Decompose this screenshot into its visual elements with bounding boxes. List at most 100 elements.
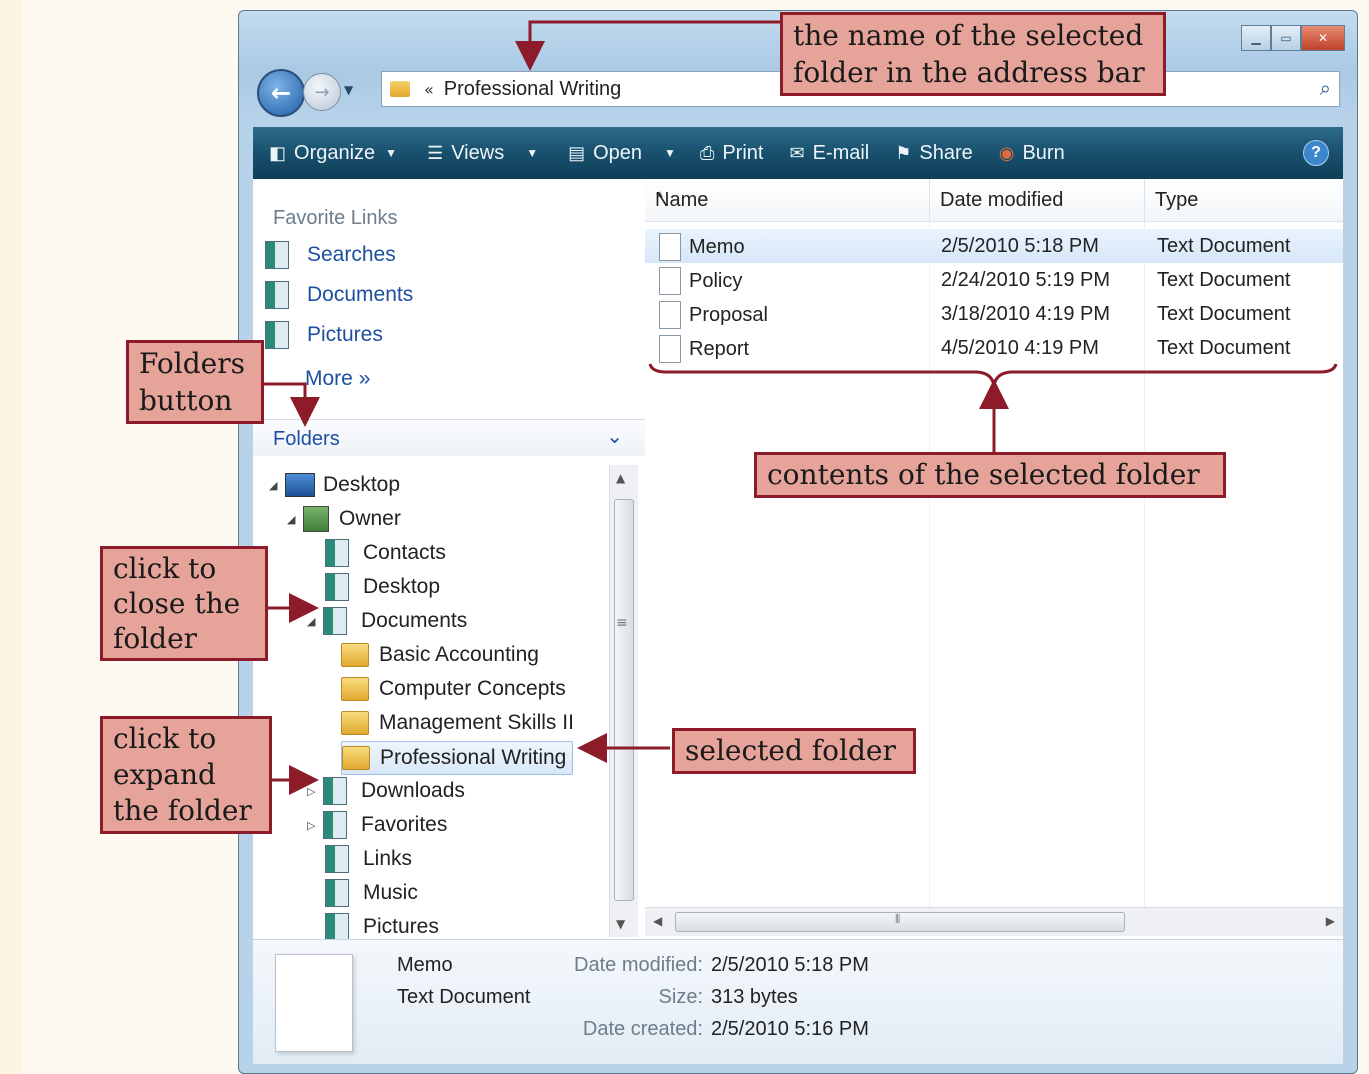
tree-item-basic-accounting[interactable]: Basic Accounting (341, 639, 539, 671)
left-margin-stripe (0, 0, 22, 1074)
explorer-window: ▁ ▭ ✕ ← → ▼ « Professional Writing ⌕ ◧ Or… (238, 10, 1358, 1074)
maximize-button[interactable]: ▭ (1271, 25, 1301, 51)
organize-button[interactable]: ◧ Organize ▼ (269, 142, 397, 165)
back-button[interactable]: ← (257, 69, 305, 117)
file-row-policy[interactable]: Policy 2/24/2010 5:19 PM Text Document (645, 263, 1343, 297)
folder-icon (341, 711, 369, 735)
tree-item-management-skills[interactable]: Management Skills II (341, 707, 574, 739)
column-header-date[interactable]: Date modified (930, 179, 1145, 222)
favorite-link-documents[interactable]: Documents (265, 281, 413, 309)
more-links-button[interactable]: More » (305, 367, 370, 391)
command-toolbar: ◧ Organize ▼ ☰ Views ▼ ▤ Open ▼ ⎙ Print ✉ E-mail… (253, 127, 1343, 179)
open-button[interactable]: ▤ Open ▼ (568, 142, 676, 165)
collapse-triangle-icon[interactable]: ◢ (307, 615, 323, 628)
scroll-thumb[interactable] (614, 499, 634, 901)
favorite-link-label: Documents (307, 283, 414, 306)
recent-pages-dropdown-icon[interactable]: ▼ (344, 83, 353, 97)
callout-address-bar: the name of the selected folder in the a… (780, 12, 1166, 96)
details-pane: Memo Text Document Date modified: 2/5/20… (253, 939, 1343, 1064)
tree-item-documents[interactable]: ◢ Documents (307, 605, 467, 637)
close-button[interactable]: ✕ (1301, 25, 1345, 51)
favorite-link-searches[interactable]: Searches (265, 241, 396, 269)
tree-item-label: Links (363, 847, 413, 870)
minimize-button[interactable]: ▁ (1241, 25, 1271, 51)
column-header-type[interactable]: Type (1145, 179, 1343, 222)
share-button[interactable]: ⚑ Share (895, 142, 973, 165)
file-type: Text Document (1157, 269, 1291, 291)
tree-item-desktop[interactable]: ◢ Desktop (269, 469, 400, 501)
tree-item-contacts[interactable]: Contacts (325, 537, 446, 569)
favorite-link-pictures[interactable]: Pictures (265, 321, 383, 349)
folder-icon (342, 746, 370, 770)
views-button[interactable]: ☰ Views ▼ (427, 142, 538, 165)
scroll-down-icon[interactable]: ▼ (616, 917, 625, 931)
file-date: 2/24/2010 5:19 PM (941, 269, 1111, 291)
contacts-icon (325, 539, 349, 567)
favorites-icon (323, 811, 347, 839)
downloads-icon (323, 777, 347, 805)
tree-item-professional-writing[interactable]: Professional Writing (341, 741, 574, 775)
forward-button[interactable]: → (303, 73, 341, 111)
callout-click-to-close: click to close the folder (100, 546, 268, 661)
tree-item-label: Documents (361, 609, 468, 632)
burn-button[interactable]: ◉ Burn (999, 142, 1065, 165)
search-icon[interactable]: ⌕ (1320, 76, 1331, 100)
more-label: More (305, 367, 353, 390)
horizontal-scrollbar[interactable]: ◀ ⦀ ▶ (645, 907, 1343, 936)
file-name: Memo (689, 235, 745, 258)
tree-item-label: Computer Concepts (379, 677, 566, 700)
details-created-value: 2/5/2010 5:16 PM (711, 1018, 869, 1040)
favorite-link-label: Searches (307, 243, 396, 266)
collapse-triangle-icon[interactable]: ◢ (269, 479, 285, 492)
tree-item-downloads[interactable]: ▷ Downloads (307, 775, 465, 807)
tree-item-label: Desktop (363, 575, 441, 598)
print-label: Print (722, 141, 764, 164)
column-header-name[interactable]: ▲ Name (645, 179, 930, 222)
scroll-up-icon[interactable]: ▲ (616, 471, 625, 485)
folders-button[interactable]: Folders ⌄ (253, 419, 645, 456)
tree-item-label: Downloads (361, 779, 465, 802)
file-date: 3/18/2010 4:19 PM (941, 303, 1111, 325)
tree-item-owner[interactable]: ◢ Owner (287, 503, 401, 535)
tree-item-music[interactable]: Music (325, 877, 418, 909)
details-file-type: Text Document (397, 986, 531, 1008)
tree-item-computer-concepts[interactable]: Computer Concepts (341, 673, 566, 705)
file-date: 2/5/2010 5:18 PM (941, 235, 1099, 257)
expand-triangle-icon[interactable]: ▷ (307, 819, 323, 832)
callout-contents: contents of the selected folder (754, 452, 1226, 498)
file-row-memo[interactable]: Memo 2/5/2010 5:18 PM Text Document (645, 229, 1343, 263)
callout-selected-folder: selected folder (672, 728, 916, 774)
folders-scrollbar[interactable]: ▲ ≡ ▼ (609, 465, 638, 937)
file-name: Proposal (689, 303, 768, 326)
collapse-triangle-icon[interactable]: ◢ (287, 513, 303, 526)
tree-item-favorites[interactable]: ▷ Favorites (307, 809, 447, 841)
printer-icon: ⎙ (699, 142, 715, 163)
column-header-label: Date modified (940, 189, 1064, 211)
callout-click-to-expand: click to expand the folder (100, 716, 272, 834)
user-folder-icon (303, 506, 329, 532)
address-overflow-chevron[interactable]: « (424, 80, 434, 99)
file-row-proposal[interactable]: Proposal 3/18/2010 4:19 PM Text Document (645, 297, 1343, 331)
file-name: Report (689, 337, 750, 360)
expand-triangle-icon[interactable]: ▷ (307, 785, 323, 798)
text-document-preview-icon (275, 954, 353, 1052)
tree-item-links[interactable]: Links (325, 843, 412, 875)
help-icon[interactable]: ? (1303, 140, 1329, 166)
print-button[interactable]: ⎙ Print (700, 142, 764, 165)
tree-item-label: Favorites (361, 813, 448, 836)
pictures-icon (265, 321, 289, 349)
desktop-icon (285, 473, 315, 497)
share-label: Share (919, 141, 973, 164)
file-row-report[interactable]: Report 4/5/2010 4:19 PM Text Document (645, 331, 1343, 365)
email-label: E-mail (812, 141, 870, 164)
email-button[interactable]: ✉ E-mail (789, 142, 869, 165)
address-path[interactable]: Professional Writing (444, 78, 621, 101)
tree-item-label: Desktop (323, 473, 401, 496)
scroll-left-icon[interactable]: ◀ (653, 914, 662, 928)
double-chevron-icon: » (358, 367, 371, 390)
searches-icon (265, 241, 289, 269)
scroll-right-icon[interactable]: ▶ (1326, 914, 1335, 928)
details-size-value: 313 bytes (711, 986, 798, 1008)
column-header-label: Name (655, 189, 709, 211)
tree-item-desktop-sub[interactable]: Desktop (325, 571, 440, 603)
